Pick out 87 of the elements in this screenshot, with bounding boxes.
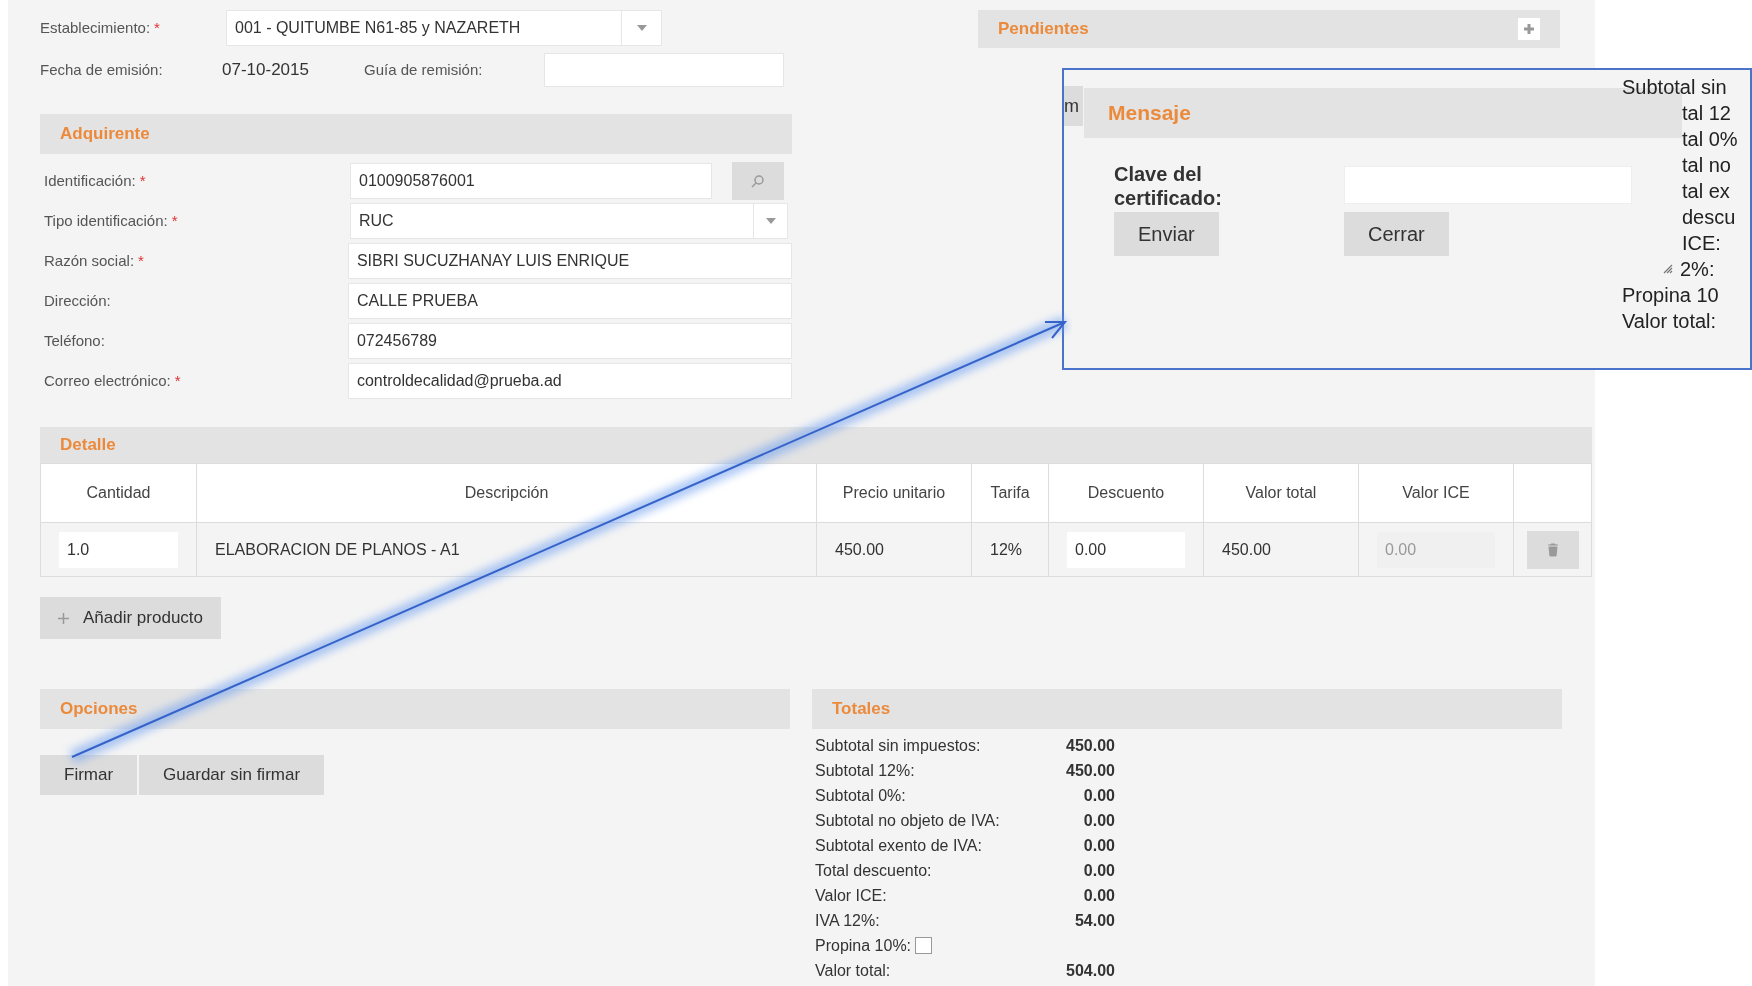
column-header: Descuento [1049,464,1204,522]
plus-icon [1523,23,1535,35]
field-label: Fecha de emisión: [40,59,164,80]
table-cell-text: 450.00 [835,539,884,560]
input-field[interactable]: SIBRI SUCUZHANAY LUIS ENRIQUE [347,243,792,279]
required-mark: * [171,211,178,229]
input-field[interactable]: 0.00 [1067,531,1185,568]
tip-checkbox[interactable] [915,937,933,954]
total-label-fragment: tal no [1682,153,1731,178]
field-label: Identificación: * [43,170,147,191]
total-label: Subtotal sin impuestos: [815,735,982,756]
total-value: 0.00 [1082,860,1115,881]
total-label: Propina 10%: [815,933,1005,958]
column-header: Precio unitario [817,464,972,522]
select-field[interactable]: RUC [350,203,788,239]
total-label-fragment: descu [1682,205,1736,230]
trash-icon [1546,542,1559,557]
search-button[interactable] [732,162,784,200]
delete-button[interactable] [1526,530,1579,569]
total-value: 54.00 [1073,910,1115,931]
required-mark: * [138,251,144,269]
total-label: Valor total: [815,960,892,981]
total-label-fragment: Propina 10 [1622,283,1719,308]
resize-grip-icon [1662,264,1674,274]
panel-title: Pendientes [998,18,1089,41]
field-label: Clave del certificado: [1114,162,1223,210]
total-label: Valor ICE: [815,885,888,906]
column-header: Valor ICE [1359,464,1514,522]
total-value: 504.00 [1065,960,1115,981]
section-header: Totales [812,689,1562,729]
total-label-fragment: 2%: [1680,257,1715,282]
total-value: 0.00 [1082,835,1115,856]
field-label: Razón social: * [43,250,145,271]
section-header: Opciones [40,689,790,729]
field-label: Establecimiento: * [40,17,161,38]
table-cell-text: ELABORACION DE PLANOS - A1 [215,539,460,560]
section-header: Adquirente [40,114,792,154]
issue-date: 07-10-2015 [222,59,310,82]
total-value: 450.00 [1065,760,1115,781]
field-label: Tipo identificación: * [43,210,179,231]
action-button[interactable]: Guardar sin firmar [139,755,325,795]
input-field[interactable] [544,53,784,87]
total-label-fragment: ICE: [1682,231,1721,256]
column-header: Valor total [1204,464,1359,522]
field-label: Teléfono: [43,330,106,351]
column-header: Descripción [197,464,817,522]
total-label: IVA 12%: [815,910,881,931]
field-label: Correo electrónico: * [43,370,182,391]
input-field[interactable]: 072456789 [347,323,792,359]
table-cell-text: 450.00 [1222,539,1271,560]
input-field[interactable]: 0100905876001 [350,163,712,199]
total-label: Subtotal exento de IVA: [815,835,983,856]
dialog-button[interactable]: Enviar [1114,212,1219,256]
total-value: 0.00 [1082,810,1115,831]
input-field[interactable]: 1.0 [59,531,178,568]
plus-icon [58,612,69,624]
search-icon [751,174,765,188]
action-button[interactable]: Firmar [40,755,138,795]
total-label: Subtotal no objeto de IVA: [815,810,1001,831]
total-label-fragment: tal ex [1682,179,1730,204]
column-header: Tarifa [972,464,1049,522]
expand-button[interactable] [1518,18,1540,40]
total-value: 0.00 [1082,885,1115,906]
button-fragment: m [1064,86,1083,126]
total-label-fragment: Valor total: [1622,309,1717,334]
total-value: 450.00 [1065,735,1115,756]
caret-icon [636,25,647,31]
required-mark: * [139,171,146,189]
establishment-select[interactable]: 001 - QUITUMBE N61-85 y NAZARETH [226,10,662,46]
total-label: Total descuento: [815,860,933,881]
field-label: Dirección: [43,290,112,311]
field-label: Guía de remisión: [364,59,484,80]
input-field[interactable]: CALLE PRUEBA [347,283,792,319]
input-field[interactable]: controldecalidad@prueba.ad [347,363,792,399]
total-label: Subtotal 0%: [815,785,907,806]
total-label: Subtotal 12%: [815,760,916,781]
caret-icon [765,218,776,224]
section-header: Detalle [40,427,1592,463]
dialog-button[interactable]: Cerrar [1344,212,1449,256]
required-mark: * [154,18,160,36]
total-value: 0.00 [1082,785,1115,806]
add-product-button[interactable]: Añadir producto [40,597,222,639]
total-label-fragment: tal 0% [1682,127,1738,152]
total-label-fragment: tal 12 [1682,101,1731,126]
column-header: Cantidad [41,464,197,522]
table-cell-text: 12% [990,539,1023,560]
required-mark: * [174,371,181,389]
